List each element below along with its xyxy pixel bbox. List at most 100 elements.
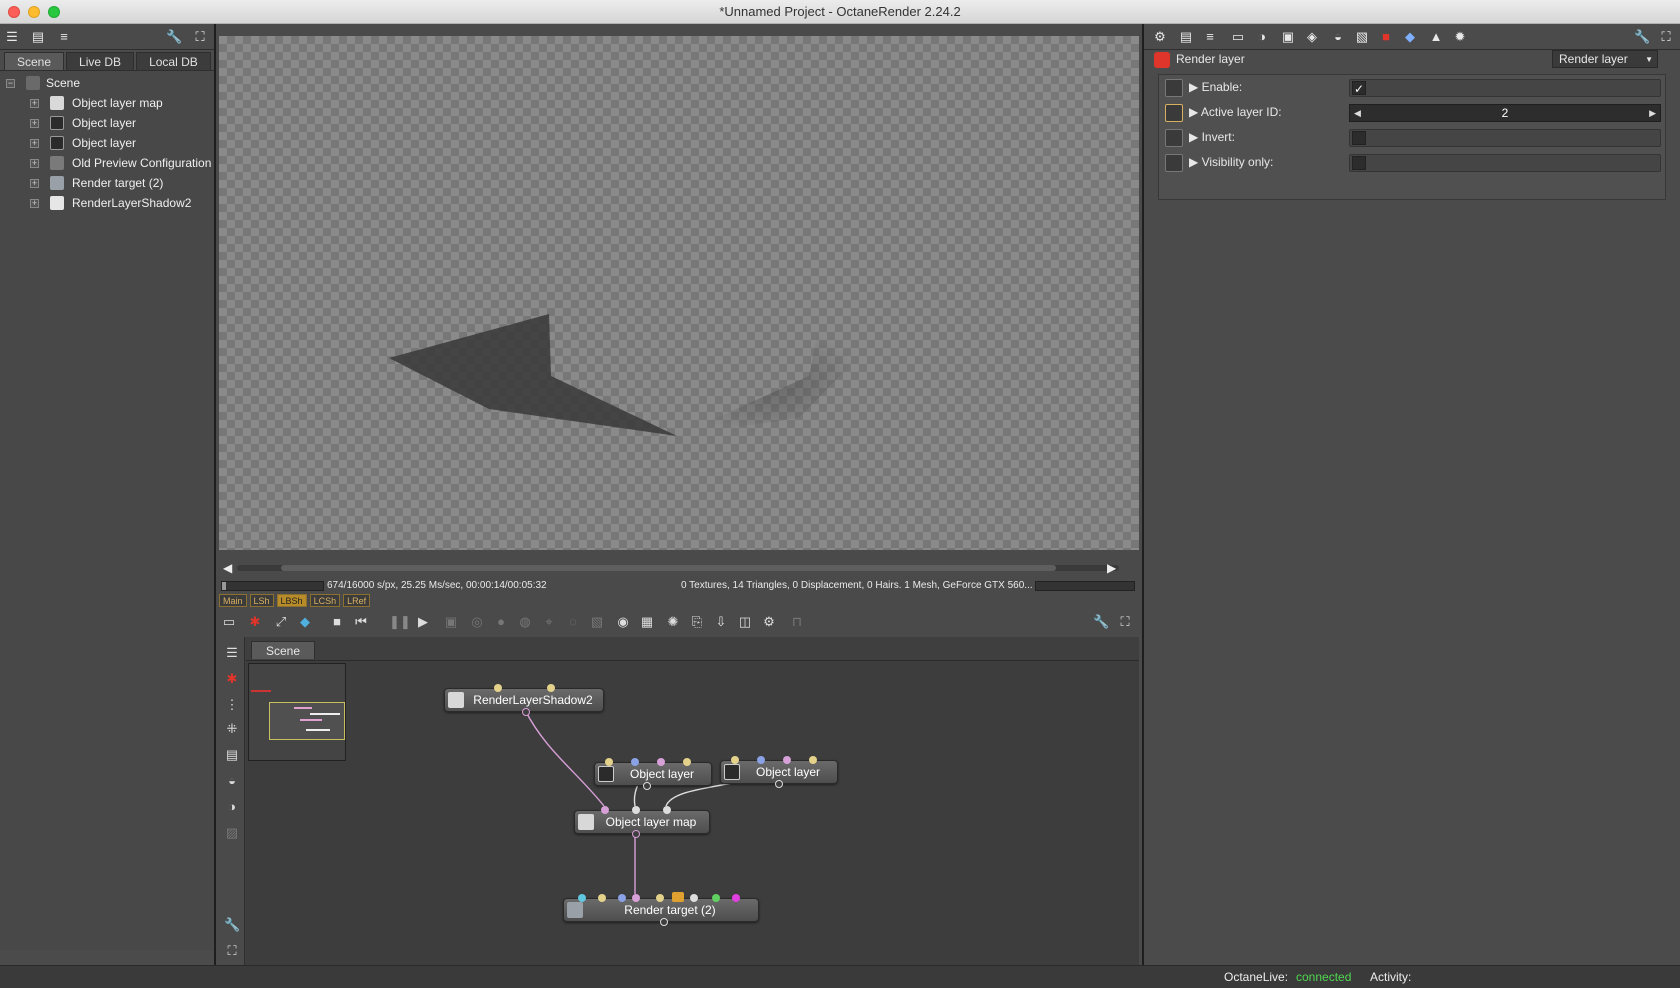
cube-icon[interactable]: ◆: [1402, 29, 1418, 45]
menu-list-icon[interactable]: ☰: [4, 29, 20, 45]
wrench-icon[interactable]: 🔧: [1634, 29, 1650, 45]
tab-scene[interactable]: Scene: [4, 52, 65, 70]
fullscreen-icon[interactable]: ⛶: [1117, 614, 1133, 630]
graph-node-render-target[interactable]: Render target (2): [563, 892, 759, 926]
export-icon[interactable]: ⇩: [713, 614, 729, 630]
input-pin[interactable]: [683, 758, 691, 766]
collapse-toggle-icon[interactable]: −: [6, 79, 15, 88]
white-balance-icon[interactable]: ◌: [565, 614, 581, 630]
input-pin[interactable]: [663, 806, 671, 814]
mode-tab-lcsh[interactable]: LCSh: [309, 594, 341, 607]
input-pin[interactable]: [632, 806, 640, 814]
mode-tab-main[interactable]: Main: [219, 594, 247, 607]
environment-icon[interactable]: ◈: [1304, 29, 1320, 45]
input-pin[interactable]: [656, 894, 664, 902]
graph-tab-scene[interactable]: Scene: [251, 641, 316, 659]
menu-icon[interactable]: ☰: [224, 645, 240, 661]
input-pin[interactable]: [605, 758, 613, 766]
material-picker-icon[interactable]: ●: [493, 614, 509, 630]
decrement-icon[interactable]: ◀: [1354, 105, 1361, 121]
material-icon[interactable]: ◑: [1254, 29, 1270, 45]
mode-tab-lsh[interactable]: LSh: [249, 594, 274, 607]
play-icon[interactable]: ▶: [415, 614, 431, 630]
render-layer-node-icon[interactable]: ◒: [224, 773, 240, 789]
input-pin[interactable]: [618, 894, 626, 902]
stop-icon[interactable]: ■: [329, 614, 345, 630]
autofocus-icon[interactable]: ◎: [469, 614, 485, 630]
close-window-button[interactable]: [8, 6, 20, 18]
texture-node-icon[interactable]: ▨: [224, 825, 240, 841]
graph-node-object-layer-map[interactable]: Object layer map: [574, 806, 710, 838]
picture-icon[interactable]: ▲: [1428, 29, 1444, 45]
enable-checkbox[interactable]: ✓: [1352, 81, 1366, 96]
attr-link-icon[interactable]: [1165, 104, 1183, 122]
input-pin[interactable]: [732, 894, 740, 902]
output-pin[interactable]: [522, 708, 530, 716]
expand-toggle-icon[interactable]: +: [30, 99, 39, 108]
attr-link-icon[interactable]: [1165, 129, 1183, 147]
decal-icon[interactable]: ✺: [665, 614, 681, 630]
input-pin[interactable]: [631, 758, 639, 766]
graph-icon[interactable]: ⚙: [1152, 29, 1168, 45]
input-pin[interactable]: [731, 756, 739, 764]
scroll-left-icon[interactable]: ◀: [223, 561, 232, 575]
recenter-icon[interactable]: ✱: [224, 671, 240, 687]
input-pin[interactable]: [757, 756, 765, 764]
minimize-window-button[interactable]: [28, 6, 40, 18]
output-pin[interactable]: [632, 830, 640, 838]
mode-tab-lbsh[interactable]: LBSh: [276, 594, 307, 607]
tab-live-db[interactable]: Live DB: [66, 52, 135, 70]
viewport-lock-icon[interactable]: ▦: [639, 614, 655, 630]
tab-local-db[interactable]: Local DB: [136, 52, 211, 70]
layers-icon[interactable]: ▤: [1178, 29, 1194, 45]
maximize-window-button[interactable]: [48, 6, 60, 18]
layers-icon[interactable]: ▤: [30, 29, 46, 45]
kernel-icon[interactable]: ■: [1378, 29, 1394, 45]
graph-node-object-layer-b[interactable]: Object layer: [720, 756, 838, 788]
render-viewport[interactable]: [219, 36, 1139, 550]
input-pin[interactable]: [712, 894, 720, 902]
collapse-icon[interactable]: ≡: [1202, 29, 1218, 45]
monitor-icon[interactable]: ▣: [1280, 29, 1296, 45]
attr-link-icon[interactable]: [1165, 154, 1183, 172]
wrench-icon[interactable]: 🔧: [166, 29, 182, 45]
mode-tab-lref[interactable]: LRef: [343, 594, 371, 607]
reset-camera-icon[interactable]: ⤢: [273, 614, 289, 630]
cancel-render-icon[interactable]: ✱: [247, 614, 263, 630]
camera-target-icon[interactable]: ⌖: [541, 614, 557, 630]
expand-toggle-icon[interactable]: +: [30, 159, 39, 168]
region-icon[interactable]: ▣: [443, 614, 459, 630]
invert-checkbox[interactable]: [1352, 131, 1366, 145]
object-picker-icon[interactable]: ◍: [517, 614, 533, 630]
collapse-icon[interactable]: ≡: [56, 29, 72, 45]
subsample-icon[interactable]: ◉: [615, 614, 631, 630]
image-icon[interactable]: ▭: [1230, 29, 1246, 45]
input-pin[interactable]: [578, 894, 586, 902]
scroll-right-icon[interactable]: ▶: [1107, 561, 1116, 575]
attr-link-icon[interactable]: [1165, 79, 1183, 97]
viewport-hscrollbar[interactable]: ◀ ▶: [219, 560, 1139, 576]
input-pin[interactable]: [783, 756, 791, 764]
expand-toggle-icon[interactable]: +: [30, 139, 39, 148]
fullscreen-icon[interactable]: ⛶: [224, 943, 240, 959]
pause-icon[interactable]: ❚❚: [389, 614, 411, 630]
render-cube-icon[interactable]: ◆: [297, 614, 313, 630]
fullscreen-icon[interactable]: ⛶: [192, 29, 208, 45]
input-pin[interactable]: [494, 684, 502, 692]
input-pin[interactable]: [809, 756, 817, 764]
output-pin[interactable]: [643, 782, 651, 790]
arrange-icon[interactable]: ⋮: [224, 697, 240, 713]
grid-icon[interactable]: ⁜: [224, 721, 240, 737]
scroll-thumb[interactable]: [281, 565, 1056, 571]
output-pin[interactable]: [775, 780, 783, 788]
render-layer-icon[interactable]: ◒: [1330, 29, 1346, 45]
graph-node-object-layer-a[interactable]: Object layer: [594, 758, 712, 790]
fullscreen-icon[interactable]: ⛶: [1658, 29, 1674, 45]
clay-mode-icon[interactable]: ▧: [589, 614, 605, 630]
output-pin[interactable]: [660, 918, 668, 926]
active-layer-id-slider[interactable]: ◀ 2 ▶: [1349, 104, 1661, 122]
wrench-icon[interactable]: 🔧: [224, 917, 240, 933]
expand-toggle-icon[interactable]: +: [30, 119, 39, 128]
input-pin[interactable]: [601, 806, 609, 814]
lock-icon[interactable]: ⊓: [789, 614, 805, 630]
